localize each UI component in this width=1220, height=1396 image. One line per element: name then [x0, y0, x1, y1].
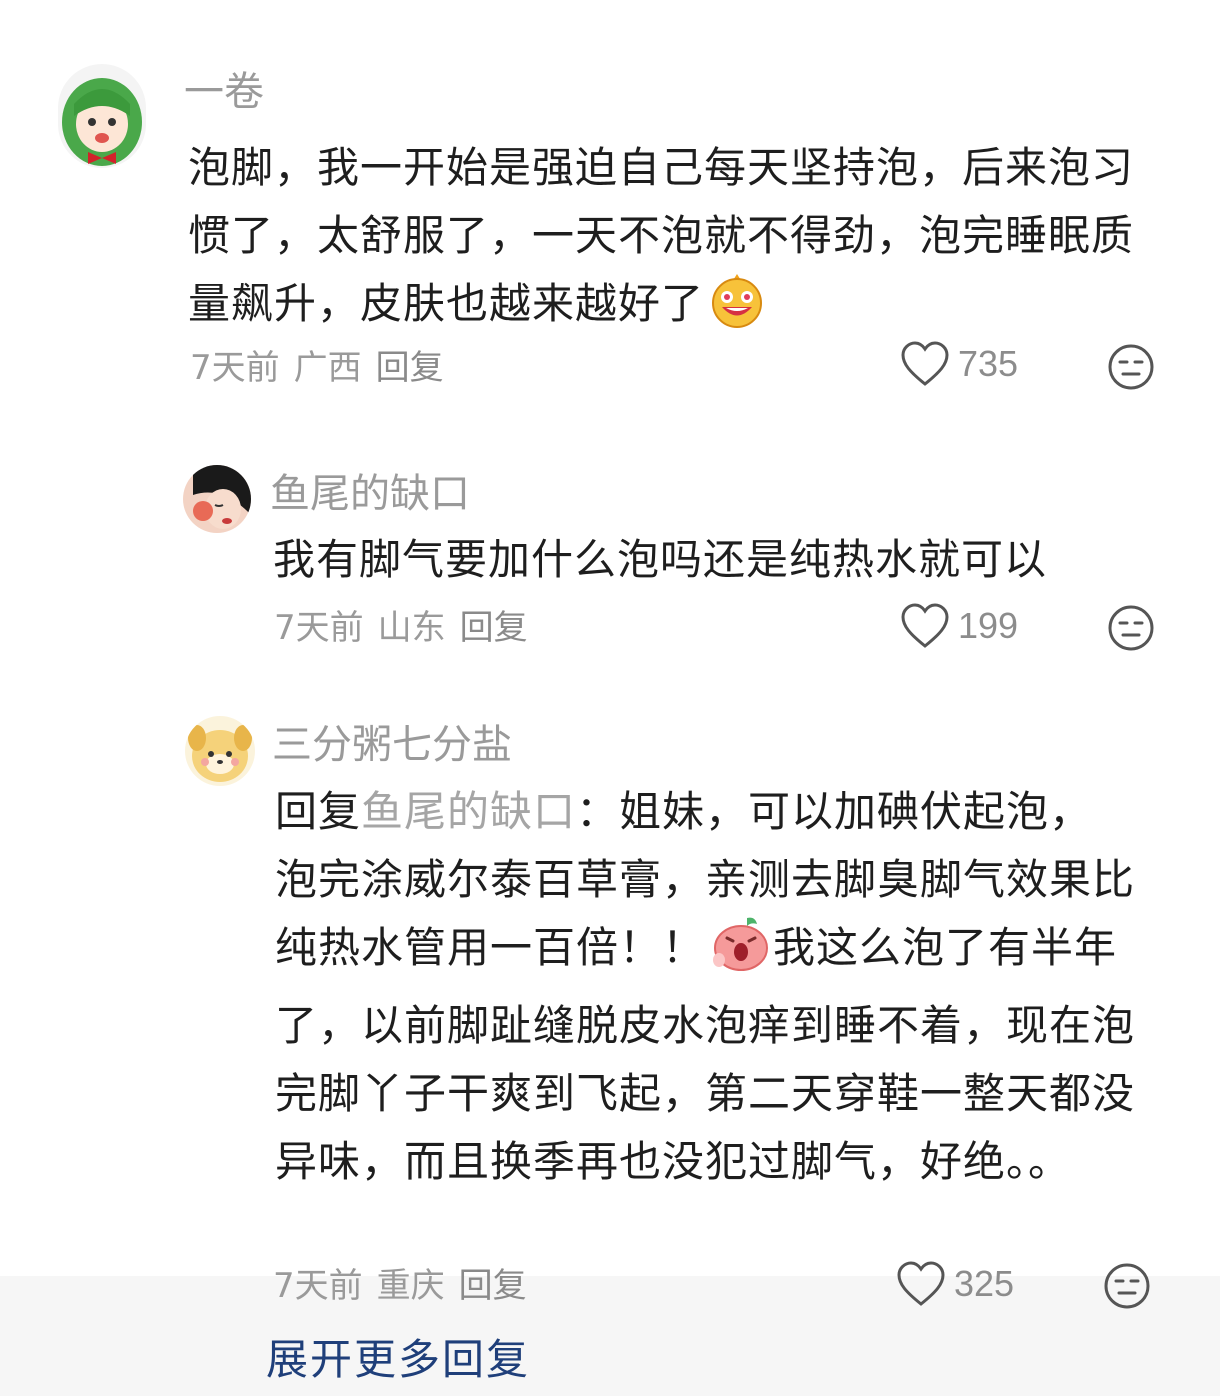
reply-prefix: 回复: [275, 787, 362, 836]
like-button[interactable]: 199: [900, 602, 1018, 650]
heart-outline-icon: [897, 1261, 945, 1306]
avatar[interactable]: [58, 64, 146, 168]
neutral-face-icon: [1108, 344, 1154, 390]
timestamp: 7天前: [273, 1266, 363, 1306]
like-count: 735: [958, 343, 1019, 384]
avatar-image: [183, 465, 251, 533]
avatar-image: [58, 64, 146, 168]
like-button[interactable]: 325: [896, 1260, 1014, 1308]
comment-text: 我有脚气要加什么泡吗还是纯热水就可以: [273, 535, 1048, 584]
reply-button[interactable]: 回复: [376, 348, 444, 388]
mention-link[interactable]: 鱼尾的缺口: [361, 787, 576, 836]
comment-text: 回复鱼尾的缺口：姐妹，可以加碘伏起泡，泡完涂威尔泰百草膏，亲测去脚臭脚气效果比纯…: [275, 778, 1135, 1196]
reply-button[interactable]: 回复: [459, 1266, 527, 1306]
heart-outline-icon: [901, 603, 949, 648]
username[interactable]: 鱼尾的缺口: [270, 470, 470, 518]
neutral-face-icon: [1108, 605, 1154, 651]
location: 重庆: [376, 1266, 445, 1306]
comment-meta: 7天前 广西 回复: [190, 348, 444, 388]
surprised-emoji-icon: [709, 914, 769, 992]
like-button[interactable]: 735: [900, 340, 1018, 388]
comment-meta: 7天前 山东 回复: [274, 608, 528, 648]
like-count: 199: [958, 605, 1019, 646]
avatar-image: [185, 716, 255, 786]
username[interactable]: 三分粥七分盐: [272, 721, 512, 769]
expand-more-replies-button[interactable]: 展开更多回复: [266, 1334, 530, 1386]
timestamp: 7天前: [274, 608, 364, 648]
timestamp: 7天前: [190, 348, 280, 388]
bottom-background: [0, 1276, 1220, 1396]
avatar[interactable]: [183, 465, 251, 533]
neutral-face-icon: [1104, 1263, 1150, 1309]
dislike-button[interactable]: [1106, 342, 1156, 392]
location: 广西: [293, 348, 362, 388]
comment-text-body: 泡脚，我一开始是强迫自己每天坚持泡，后来泡习惯了，太舒服了，一天不泡就不得劲，泡…: [188, 143, 1135, 328]
username[interactable]: 一卷: [184, 68, 264, 116]
reply-button[interactable]: 回复: [460, 608, 528, 648]
like-count: 325: [954, 1263, 1015, 1304]
laughing-emoji-icon: [708, 270, 766, 348]
comment-text: 泡脚，我一开始是强迫自己每天坚持泡，后来泡习惯了，太舒服了，一天不泡就不得劲，泡…: [188, 134, 1138, 348]
location: 山东: [377, 608, 446, 648]
heart-outline-icon: [901, 341, 949, 386]
dislike-button[interactable]: [1102, 1261, 1152, 1311]
comment-meta: 7天前 重庆 回复: [273, 1266, 527, 1306]
avatar[interactable]: [185, 716, 255, 786]
dislike-button[interactable]: [1106, 603, 1156, 653]
